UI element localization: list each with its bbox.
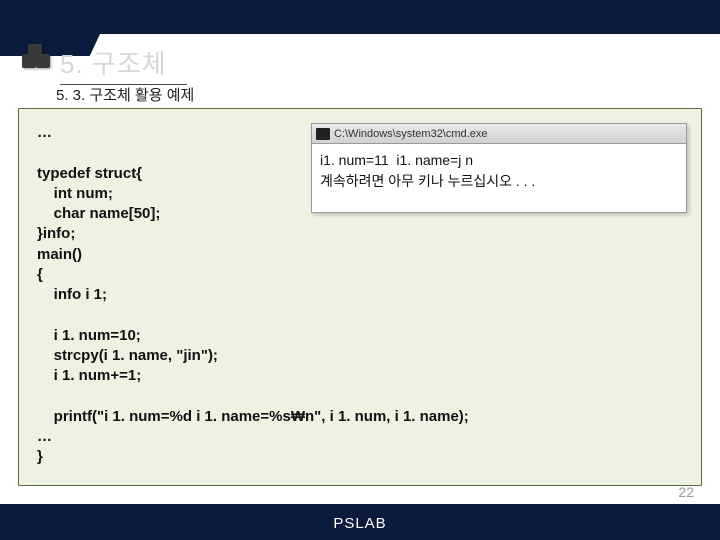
console-title-text: C:\Windows\system32\cmd.exe bbox=[334, 128, 487, 140]
console-output: i1. num=11 i1. name=j n 계속하려면 아무 키나 누르십시… bbox=[312, 144, 686, 212]
code-panel: … typedef struct{ int num; char name[50]… bbox=[18, 108, 702, 486]
console-titlebar: C:\Windows\system32\cmd.exe bbox=[312, 124, 686, 144]
top-bar bbox=[0, 0, 720, 34]
chapter-title: 5. 구조체 bbox=[60, 44, 167, 81]
footer-label: PSLAB bbox=[333, 515, 386, 532]
slide-root: 5. 구조체 5. 3. 구조체 활용 예제 … typedef struct{… bbox=[0, 0, 720, 540]
page-number: 22 bbox=[678, 484, 694, 500]
section-title: 5. 3. 구조체 활용 예제 bbox=[56, 84, 194, 105]
cmd-icon bbox=[316, 128, 330, 140]
console-window: C:\Windows\system32\cmd.exe i1. num=11 i… bbox=[311, 123, 687, 213]
